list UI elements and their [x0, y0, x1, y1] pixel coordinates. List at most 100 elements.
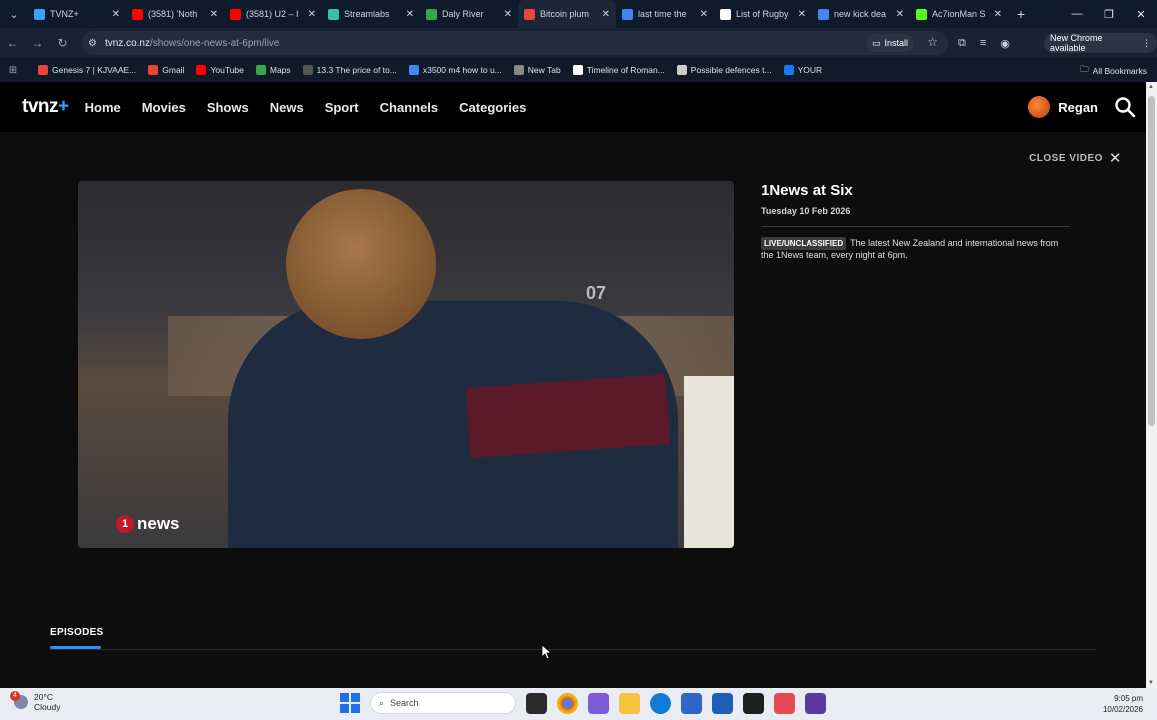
- streamlabs-app-icon[interactable]: [774, 692, 795, 714]
- tab-label: Daly River: [442, 9, 484, 19]
- app-icon[interactable]: [805, 692, 826, 714]
- system-clock[interactable]: 9:05 pm 10/02/2026: [1103, 693, 1143, 715]
- new-chrome-available-button[interactable]: New Chrome available ⋮: [1044, 33, 1157, 53]
- bookmark-item[interactable]: YOUR: [783, 65, 822, 75]
- back-arrow-icon[interactable]: ←: [0, 36, 25, 50]
- edge-icon[interactable]: [650, 692, 671, 714]
- nav-item-channels[interactable]: Channels: [380, 100, 439, 115]
- tab-episodes[interactable]: EPISODES: [50, 627, 104, 638]
- browser-tab[interactable]: Ac7ionMan S ✕: [910, 0, 1008, 28]
- bookmark-item[interactable]: x3500 m4 how to u...: [408, 65, 502, 75]
- copilot-icon[interactable]: [588, 692, 609, 714]
- windows-start-icon[interactable]: [340, 693, 360, 713]
- bookmarks-bar: ⊞ Genesis 7 | KJVAAE... Gmail YouTube Maps 1…: [0, 58, 1157, 82]
- tab-close-icon[interactable]: ✕: [700, 9, 708, 20]
- tab-close-icon[interactable]: ✕: [308, 9, 316, 20]
- tvnz-logo[interactable]: tvnz+: [22, 96, 69, 118]
- install-app-button[interactable]: ▭ Install: [865, 34, 914, 52]
- tab-label: TVNZ+: [50, 9, 79, 19]
- bookmark-item[interactable]: New Tab: [513, 65, 561, 75]
- minimize-icon[interactable]: —: [1061, 0, 1093, 28]
- chrome-icon[interactable]: [557, 692, 578, 714]
- profile-icon[interactable]: ◉: [1000, 37, 1010, 50]
- bookmark-item[interactable]: Genesis 7 | KJVAAE...: [38, 65, 136, 75]
- search-icon[interactable]: [1114, 96, 1136, 118]
- tab-close-icon[interactable]: ✕: [602, 9, 610, 20]
- bookmark-item[interactable]: 13.3 The price of to...: [302, 65, 397, 75]
- omnibox[interactable]: ⚙ tvnz.co.nz/shows/one-news-at-6pm/live …: [82, 31, 948, 55]
- file-explorer-icon[interactable]: [619, 692, 640, 714]
- media-controls-icon[interactable]: ≡: [980, 37, 986, 49]
- restore-icon[interactable]: ❐: [1093, 0, 1125, 28]
- bookmark-item[interactable]: YouTube: [196, 65, 244, 75]
- bookmark-favicon-icon: [676, 65, 687, 75]
- tab-close-icon[interactable]: ✕: [994, 9, 1002, 20]
- bookmark-item[interactable]: Possible defences t...: [676, 65, 772, 75]
- browser-tab[interactable]: (3581) 'Noth ✕: [126, 0, 224, 28]
- new-tab-button[interactable]: +: [1008, 6, 1034, 22]
- bookmark-star-icon[interactable]: ☆: [927, 35, 938, 49]
- url-text[interactable]: tvnz.co.nz/shows/one-news-at-6pm/live: [105, 38, 280, 49]
- page-scrollbar[interactable]: ▲ ▼: [1146, 82, 1157, 688]
- close-window-icon[interactable]: ✕: [1125, 0, 1157, 28]
- scrollbar-thumb[interactable]: [1148, 96, 1155, 426]
- scroll-down-icon[interactable]: ▼: [1148, 680, 1154, 686]
- store-icon[interactable]: [712, 692, 733, 714]
- user-menu[interactable]: Regan: [1028, 96, 1098, 118]
- tab-close-icon[interactable]: ✕: [504, 9, 512, 20]
- jersey-number-text: 07: [586, 283, 607, 303]
- avatar: [1028, 96, 1051, 118]
- tab-favicon-icon: [34, 8, 45, 20]
- nav-item-home[interactable]: Home: [85, 100, 121, 115]
- weather-widget[interactable]: 4 20°C Cloudy: [10, 691, 60, 712]
- search-icon: ⌕: [379, 697, 385, 708]
- tab-label: last time the: [638, 9, 687, 19]
- outlook-icon[interactable]: [681, 692, 702, 714]
- tab-close-icon[interactable]: ✕: [210, 9, 218, 20]
- close-video-button[interactable]: CLOSE VIDEO ✕: [1029, 149, 1122, 167]
- kebab-menu-icon[interactable]: ⋮: [1142, 38, 1151, 49]
- tab-close-icon[interactable]: ✕: [896, 9, 904, 20]
- scroll-up-icon[interactable]: ▲: [1148, 84, 1154, 90]
- apps-grid-icon[interactable]: ⊞: [0, 65, 26, 76]
- browser-tab[interactable]: (3581) U2 – I ✕: [224, 0, 322, 28]
- kick-app-icon[interactable]: [743, 692, 764, 714]
- nav-item-sport[interactable]: Sport: [325, 100, 359, 115]
- classification-badge: LIVE/UNCLASSIFIED: [761, 237, 847, 250]
- browser-tab[interactable]: Streamlabs ✕: [322, 0, 420, 28]
- nav-item-movies[interactable]: Movies: [142, 100, 186, 115]
- browser-tab[interactable]: last time the ✕: [616, 0, 714, 28]
- reload-icon[interactable]: ↻: [50, 36, 75, 50]
- show-info-panel: 1News at Six Tuesday 10 Feb 2026 LIVE/UN…: [761, 182, 1069, 261]
- divider: [761, 226, 1069, 227]
- tab-label: Ac7ionMan S: [932, 9, 986, 19]
- task-view-icon[interactable]: [526, 692, 547, 714]
- tab-close-icon[interactable]: ✕: [798, 9, 806, 20]
- tab-close-icon[interactable]: ✕: [406, 9, 414, 20]
- tab-close-icon[interactable]: ✕: [112, 9, 120, 20]
- all-bookmarks-button[interactable]: 🗀 All Bookmarks: [1080, 64, 1147, 78]
- bookmark-item[interactable]: Gmail: [148, 65, 184, 75]
- browser-tab[interactable]: new kick dea ✕: [812, 0, 910, 28]
- tab-favicon-icon: [328, 8, 339, 20]
- browser-tab[interactable]: TVNZ+ ✕: [28, 0, 126, 28]
- extensions-icon[interactable]: ⧉: [958, 37, 966, 50]
- taskbar-search-input[interactable]: ⌕ Search: [370, 692, 516, 714]
- video-player[interactable]: 07 1 news: [78, 181, 734, 548]
- site-info-icon[interactable]: ⚙: [88, 38, 97, 49]
- tab-label: List of Rugby: [736, 9, 789, 19]
- tab-label: Bitcoin plum: [540, 9, 590, 19]
- top-nav: tvnz+ Home Movies Shows News Sport Channels Ca…: [0, 82, 1146, 132]
- bookmark-item[interactable]: Timeline of Roman...: [572, 65, 665, 75]
- bookmark-item[interactable]: Maps: [255, 65, 291, 75]
- toolbar-icons: ⧉ ≡ ◉: [958, 28, 1010, 58]
- nav-item-shows[interactable]: Shows: [207, 100, 249, 115]
- nav-item-news[interactable]: News: [270, 100, 304, 115]
- forward-arrow-icon[interactable]: →: [25, 36, 50, 50]
- show-title: 1News at Six: [761, 182, 853, 199]
- browser-tab[interactable]: Daly River ✕: [420, 0, 518, 28]
- browser-tab[interactable]: List of Rugby ✕: [714, 0, 812, 28]
- tab-search-chevron-icon[interactable]: ⌄: [0, 0, 28, 28]
- nav-item-categories[interactable]: Categories: [459, 100, 526, 115]
- browser-tab[interactable]: Bitcoin plum ✕: [518, 0, 616, 28]
